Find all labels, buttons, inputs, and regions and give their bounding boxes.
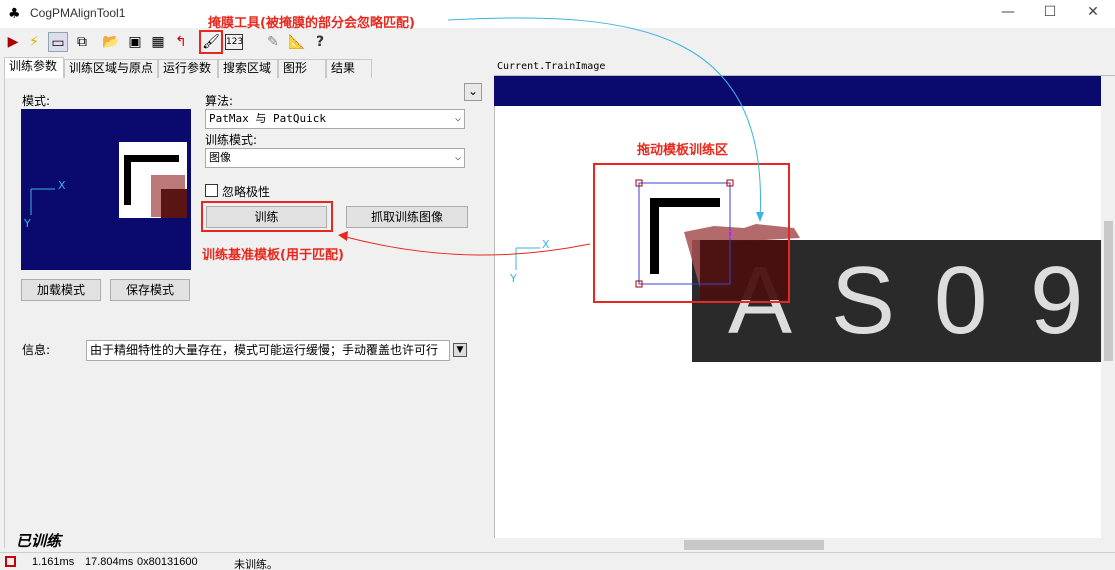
status-bar: 1.161ms 17.804ms 0x80131600 未训练。 — [0, 552, 1115, 570]
status-icon — [5, 556, 16, 567]
drag-region-annotation: 拖动模板训练区 — [637, 143, 729, 158]
status-time-1: 1.161ms — [32, 556, 75, 568]
status-message: 未训练。 — [234, 559, 278, 570]
status-address: 0x80131600 — [137, 556, 198, 568]
train-reference-annotation: 训练基准模板(用于匹配) — [202, 248, 344, 263]
status-time-2: 17.804ms — [85, 556, 134, 568]
mask-tool-annotation: 掩膜工具(被掩膜的部分会忽略匹配) — [208, 16, 415, 31]
annotation-arrows — [338, 17, 764, 256]
